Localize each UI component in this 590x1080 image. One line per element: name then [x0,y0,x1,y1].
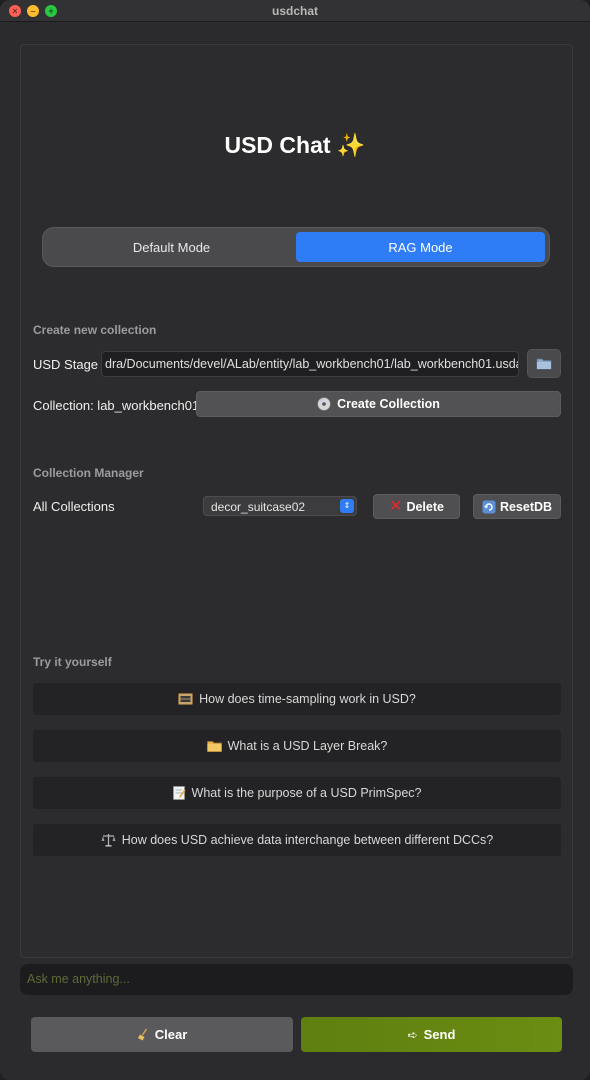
chat-input[interactable]: Ask me anything... [20,964,573,995]
delete-label: Delete [406,499,444,514]
suggestion-text: What is the purpose of a USD PrimSpec? [191,786,422,800]
sparkles-icon: ✨ [336,132,366,158]
balance-scale-icon [101,834,116,847]
send-arrow-icon: ➪ [407,1027,418,1042]
broom-icon [137,1028,147,1041]
clear-label: Clear [154,1027,188,1042]
collection-select[interactable]: decor_suitcase02 ⇕ [203,496,357,516]
zoom-window-icon[interactable]: + [45,5,57,17]
traffic-lights: × – + [9,5,57,17]
default-mode-button[interactable]: Default Mode [47,232,296,262]
try-it-yourself-heading: Try it yourself [33,655,112,669]
folder-icon [206,741,222,752]
suggestion-primspec[interactable]: What is the purpose of a USD PrimSpec? [33,777,561,809]
suggestion-time-sampling[interactable]: How does time-sampling work in USD? [33,683,561,715]
window-title: usdchat [271,3,318,18]
app-window: × – + usdchat USD Chat ✨ Default Mode RA… [0,0,590,1080]
suggestion-text: What is a USD Layer Break? [227,739,388,753]
rag-mode-button[interactable]: RAG Mode [296,232,545,262]
red-x-icon: ✕ [389,497,403,515]
app-title-text: USD Chat [224,132,331,158]
chevron-updown-icon: ⇕ [340,499,354,513]
collection-select-value: decor_suitcase02 [211,500,306,514]
memo-icon [172,786,186,800]
suggestion-layer-break[interactable]: What is a USD Layer Break? [33,730,561,762]
reset-db-button[interactable]: ResetDB [473,494,561,519]
film-frames-icon [178,693,194,705]
create-collection-label: Create Collection [337,397,440,411]
suggestion-text: How does time-sampling work in USD? [199,692,416,706]
usd-stage-path-field[interactable]: dra/Documents/devel/ALab/entity/lab_work… [101,351,519,377]
mode-toggle: Default Mode RAG Mode [42,227,550,267]
all-collections-label: All Collections [33,499,115,514]
collection-manager-heading: Collection Manager [33,466,144,480]
suggestion-text: How does USD achieve data interchange be… [121,833,494,847]
create-collection-heading: Create new collection [33,323,157,337]
title-bar: × – + usdchat [0,0,590,22]
page-title: USD Chat ✨ [0,132,590,159]
disc-icon [317,397,331,411]
folder-icon [536,358,552,370]
collection-name-label: Collection: lab_workbench01 [33,398,200,413]
suggestion-data-interchange[interactable]: How does USD achieve data interchange be… [33,824,561,856]
create-collection-button[interactable]: Create Collection [196,391,561,417]
reset-db-label: ResetDB [499,499,553,514]
send-label: Send [423,1027,456,1042]
clear-button[interactable]: Clear [31,1017,293,1052]
refresh-icon [482,500,496,513]
minimize-window-icon[interactable]: – [27,5,39,17]
send-button[interactable]: ➪ Send [301,1017,562,1052]
browse-folder-button[interactable] [527,349,561,378]
usd-stage-label: USD Stage [33,357,99,372]
delete-collection-button[interactable]: ✕ Delete [373,494,460,519]
close-window-icon[interactable]: × [9,5,21,17]
